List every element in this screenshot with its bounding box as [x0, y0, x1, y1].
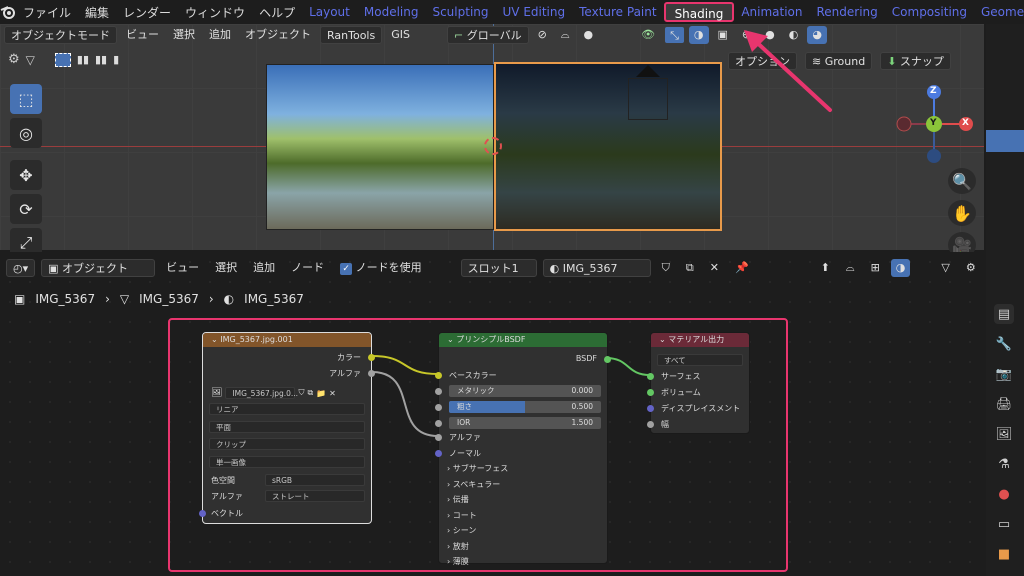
link-alpha [371, 371, 439, 437]
collapse-chevron-icon: ⌄ [447, 335, 457, 344]
folder-icon[interactable]: 📁 [316, 389, 326, 398]
input-thickness-label: 幅 [661, 420, 669, 429]
duplicate-icon[interactable]: ⧉ [307, 388, 313, 398]
output-alpha-socket[interactable] [368, 370, 375, 377]
input-volume-socket[interactable] [647, 389, 654, 396]
input-alpha-socket[interactable] [435, 434, 442, 441]
image-texture-node[interactable]: ⌄ IMG_5367.jpg.001 カラー アルファ 🖼 IMG_5367.j… [199, 332, 375, 524]
interpolation-dropdown[interactable]: リニア [209, 403, 365, 415]
node-header[interactable]: ⌄ プリンシプルBSDF [439, 333, 607, 347]
image-name-field[interactable]: IMG_5367.jpg.0... [225, 387, 298, 399]
input-surface-label: サーフェス [661, 372, 701, 381]
colorspace-dropdown[interactable]: sRGB [265, 474, 365, 486]
material-output-node[interactable]: ⌄ マテリアル出力 すべて サーフェス ボリューム ディスプレイスメント 幅 [647, 332, 750, 434]
link-color-basecolor [371, 355, 439, 375]
alpha-mode-label: アルファ [211, 492, 243, 501]
input-ior-socket[interactable] [435, 420, 442, 427]
input-normal-socket[interactable] [435, 450, 442, 457]
image-datablock-selector: 🖼 IMG_5367.jpg.0... ⛉ ⧉ 📁 ✕ [211, 387, 336, 399]
input-volume-label: ボリューム [661, 388, 701, 397]
output-color-socket[interactable] [368, 354, 375, 361]
collapse-chevron-icon: ⌄ [659, 335, 669, 344]
input-basecolor-socket[interactable] [435, 372, 442, 379]
input-thickness-socket[interactable] [647, 421, 654, 428]
panel-transmission[interactable]: › 伝播 [447, 494, 508, 505]
target-dropdown[interactable]: すべて [657, 354, 743, 366]
colorspace-label: 色空間 [211, 476, 235, 485]
panel-sheen[interactable]: › シーン [447, 525, 508, 536]
input-vector-label: ベクトル [211, 509, 243, 518]
metallic-slider[interactable]: メタリック 0.000 [449, 385, 601, 397]
input-metallic-socket[interactable] [435, 388, 442, 395]
panel-emission[interactable]: › 放射 [447, 541, 508, 552]
source-dropdown[interactable]: 単一画像 [209, 456, 365, 468]
alpha-mode-dropdown[interactable]: ストレート [265, 490, 365, 502]
input-basecolor-label: ベースカラー [449, 371, 497, 380]
input-vector-socket[interactable] [199, 510, 206, 517]
panel-subsurface[interactable]: › サブサーフェス [447, 463, 508, 474]
ior-slider[interactable]: IOR 1.500 [449, 417, 601, 429]
panel-coat[interactable]: › コート [447, 510, 508, 521]
extension-dropdown[interactable]: クリップ [209, 438, 365, 450]
node-header[interactable]: ⌄ マテリアル出力 [651, 333, 749, 347]
input-alpha-label: アルファ [449, 433, 481, 442]
output-bsdf-label: BSDF [575, 354, 597, 363]
output-alpha-label: アルファ [329, 369, 361, 378]
panel-specular[interactable]: › スペキュラー [447, 479, 508, 490]
image-icon[interactable]: 🖼 [211, 388, 222, 398]
roughness-slider[interactable]: 粗さ 0.500 [449, 401, 601, 413]
input-surface-socket[interactable] [647, 373, 654, 380]
shield-icon[interactable]: ⛉ [298, 388, 304, 398]
principled-bsdf-node[interactable]: ⌄ プリンシプルBSDF BSDF ベースカラー メタリック 0.000 粗さ 0.… [435, 332, 611, 567]
collapse-chevron-icon: ⌄ [211, 335, 221, 344]
bsdf-panels: › サブサーフェス › スペキュラー › 伝播 › コート › シーン › 放射… [447, 463, 508, 567]
node-header[interactable]: ⌄ IMG_5367.jpg.001 [203, 333, 371, 347]
output-color-label: カラー [337, 353, 361, 362]
output-bsdf-socket[interactable] [604, 356, 611, 363]
input-displacement-socket[interactable] [647, 405, 654, 412]
input-roughness-socket[interactable] [435, 404, 442, 411]
projection-dropdown[interactable]: 平面 [209, 421, 365, 433]
link-bsdf-surface [605, 357, 651, 376]
input-normal-label: ノーマル [449, 449, 481, 458]
close-icon[interactable]: ✕ [329, 389, 336, 398]
input-displacement-label: ディスプレイスメント [661, 404, 741, 413]
panel-thin-film[interactable]: › 薄膜 [447, 556, 508, 567]
